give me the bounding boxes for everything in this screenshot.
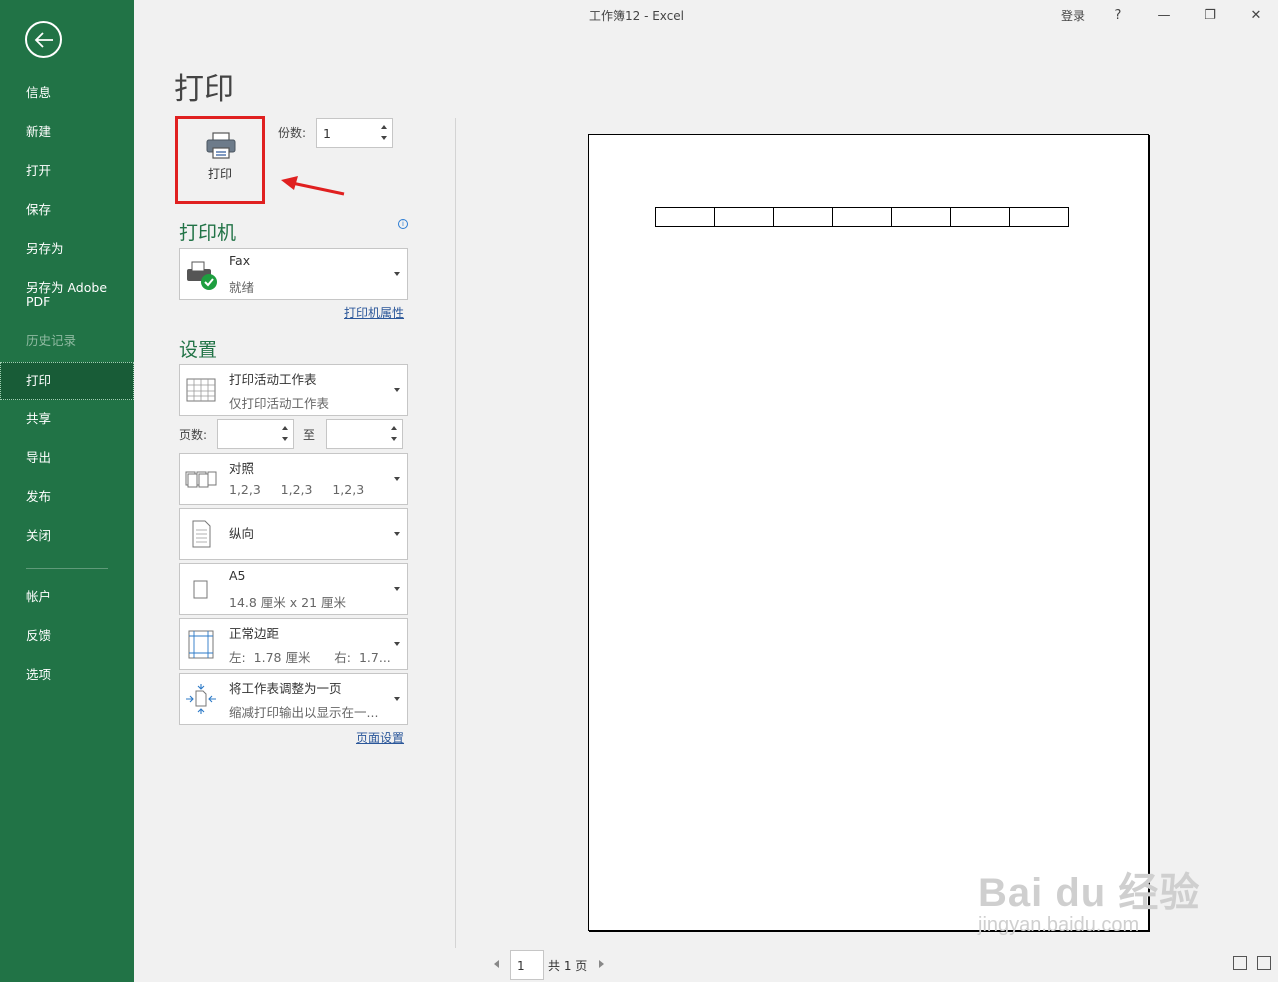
print-what-sub: 仅打印活动工作表 xyxy=(229,396,330,411)
sidebar-divider xyxy=(26,568,108,569)
arrow-left-icon xyxy=(34,31,53,48)
sidebar-item-print[interactable]: 打印 xyxy=(0,362,134,400)
sidebar-item-publish[interactable]: 发布 xyxy=(0,478,134,516)
margins-dropdown[interactable]: 正常边距 左: 1.78 厘米 右: 1.7... xyxy=(179,618,408,670)
show-margins-icon[interactable] xyxy=(1233,956,1247,970)
sidebar-item-export[interactable]: 导出 xyxy=(0,439,134,477)
scaling-dropdown[interactable]: 将工作表调整为一页 缩减打印输出以显示在一... xyxy=(179,673,408,725)
chevron-down-icon xyxy=(394,477,400,481)
sidebar-item-account[interactable]: 帐户 xyxy=(0,578,134,616)
current-page-input[interactable]: 1 xyxy=(510,950,544,980)
copies-stepper[interactable]: 1 xyxy=(316,118,393,148)
sheet-grid-icon xyxy=(186,378,216,402)
close-button[interactable]: ✕ xyxy=(1236,0,1276,30)
portrait-page-icon xyxy=(192,520,211,548)
chevron-down-icon xyxy=(394,697,400,701)
red-arrow-annotation xyxy=(281,176,345,196)
margins-icon xyxy=(188,630,214,659)
restore-button[interactable]: ❐ xyxy=(1190,0,1230,30)
next-page-icon[interactable] xyxy=(599,960,604,968)
print-button-label: 打印 xyxy=(207,167,232,181)
sidebar-item-new[interactable]: 新建 xyxy=(0,113,134,151)
sidebar-item-share[interactable]: 共享 xyxy=(0,400,134,438)
help-button[interactable]: ? xyxy=(1098,0,1138,30)
login-link[interactable]: 登录 xyxy=(1061,7,1085,24)
collate-sub: 1,2,3 1,2,3 1,2,3 xyxy=(229,482,365,497)
page-setup-link[interactable]: 页面设置 xyxy=(356,729,404,746)
orientation-dropdown[interactable]: 纵向 xyxy=(179,508,408,560)
preview-cell xyxy=(832,207,892,227)
preview-cell xyxy=(950,207,1010,227)
zoom-to-page-icon[interactable] xyxy=(1257,956,1271,970)
printer-dropdown[interactable]: Fax 就绪 xyxy=(179,248,408,300)
window-title: 工作簿12 - Excel xyxy=(589,9,685,23)
back-button[interactable] xyxy=(25,21,62,58)
pages-from-input[interactable] xyxy=(217,419,294,449)
preview-cell xyxy=(891,207,951,227)
orientation-main: 纵向 xyxy=(229,526,255,541)
chevron-down-icon xyxy=(394,587,400,591)
print-button[interactable]: 打印 xyxy=(175,116,265,204)
sidebar-item-close[interactable]: 关闭 xyxy=(0,517,134,555)
chevron-down-icon xyxy=(394,388,400,392)
sidebar-item-save[interactable]: 保存 xyxy=(0,191,134,229)
sidebar-item-save-as-pdf[interactable]: 另存为 Adobe PDF xyxy=(0,276,120,314)
preview-cell xyxy=(1009,207,1069,227)
sidebar-item-open[interactable]: 打开 xyxy=(0,152,134,190)
minimize-button[interactable]: — xyxy=(1144,0,1184,30)
printer-icon xyxy=(206,132,236,159)
pages-to-input[interactable] xyxy=(326,419,403,449)
printer-status: 就绪 xyxy=(229,280,255,295)
panel-divider xyxy=(455,118,456,948)
paper-size-dropdown[interactable]: A5 14.8 厘米 x 21 厘米 xyxy=(179,563,408,615)
preview-cell xyxy=(773,207,833,227)
collate-dropdown[interactable]: 对照 1,2,3 1,2,3 1,2,3 xyxy=(179,453,408,505)
previous-page-icon[interactable] xyxy=(494,960,499,968)
chevron-down-icon xyxy=(394,272,400,276)
title-bar: 工作簿12 - Excel 登录 ? — ❐ ✕ xyxy=(134,0,1278,30)
sidebar-item-options[interactable]: 选项 xyxy=(0,656,134,694)
paper-size-icon xyxy=(193,580,208,599)
info-icon[interactable]: i xyxy=(398,219,408,229)
print-preview-page xyxy=(588,134,1149,931)
print-what-main: 打印活动工作表 xyxy=(229,372,317,387)
settings-section-title: 设置 xyxy=(179,339,218,361)
fit-to-page-icon xyxy=(186,684,216,714)
copies-spin-arrows[interactable] xyxy=(378,119,392,147)
fax-printer-icon xyxy=(187,261,217,290)
pages-to-label: 至 xyxy=(303,428,316,442)
pages-label: 页数: xyxy=(179,428,208,442)
preview-cell xyxy=(714,207,774,227)
preview-cell-row xyxy=(655,207,1069,227)
sidebar-item-feedback[interactable]: 反馈 xyxy=(0,617,134,655)
scaling-sub: 缩减打印输出以显示在一... xyxy=(229,705,379,720)
sidebar-item-save-as[interactable]: 另存为 xyxy=(0,230,134,268)
baidu-watermark: Bai du 经验 jingyan.baidu.com xyxy=(978,860,1200,937)
sidebar-item-info[interactable]: 信息 xyxy=(0,74,134,112)
backstage-sidebar: 信息 新建 打开 保存 另存为 另存为 Adobe PDF 历史记录 打印 共享… xyxy=(0,0,134,982)
watermark-line1: Bai du 经验 xyxy=(978,871,1201,915)
page-total-label: 共 1 页 xyxy=(548,959,588,973)
sidebar-item-history: 历史记录 xyxy=(26,333,77,348)
collate-main: 对照 xyxy=(229,461,255,476)
paper-size-main: A5 xyxy=(229,568,246,583)
printer-properties-link[interactable]: 打印机属性 xyxy=(344,304,404,321)
preview-cell xyxy=(655,207,715,227)
paper-size-sub: 14.8 厘米 x 21 厘米 xyxy=(229,595,347,610)
chevron-down-icon xyxy=(394,642,400,646)
pages-from-spin-arrows[interactable] xyxy=(279,420,293,448)
margins-sub: 左: 1.78 厘米 右: 1.7... xyxy=(229,650,391,665)
pages-to-spin-arrows[interactable] xyxy=(388,420,402,448)
printer-name: Fax xyxy=(229,253,251,268)
chevron-down-icon xyxy=(394,532,400,536)
margins-main: 正常边距 xyxy=(229,626,280,641)
scaling-main: 将工作表调整为一页 xyxy=(229,681,342,696)
print-what-dropdown[interactable]: 打印活动工作表 仅打印活动工作表 xyxy=(179,364,408,416)
page-title: 打印 xyxy=(174,72,234,107)
printer-section-title: 打印机 xyxy=(179,222,237,244)
copies-label: 份数: xyxy=(278,126,307,140)
copies-value: 1 xyxy=(323,126,331,141)
collate-icon xyxy=(185,471,217,488)
